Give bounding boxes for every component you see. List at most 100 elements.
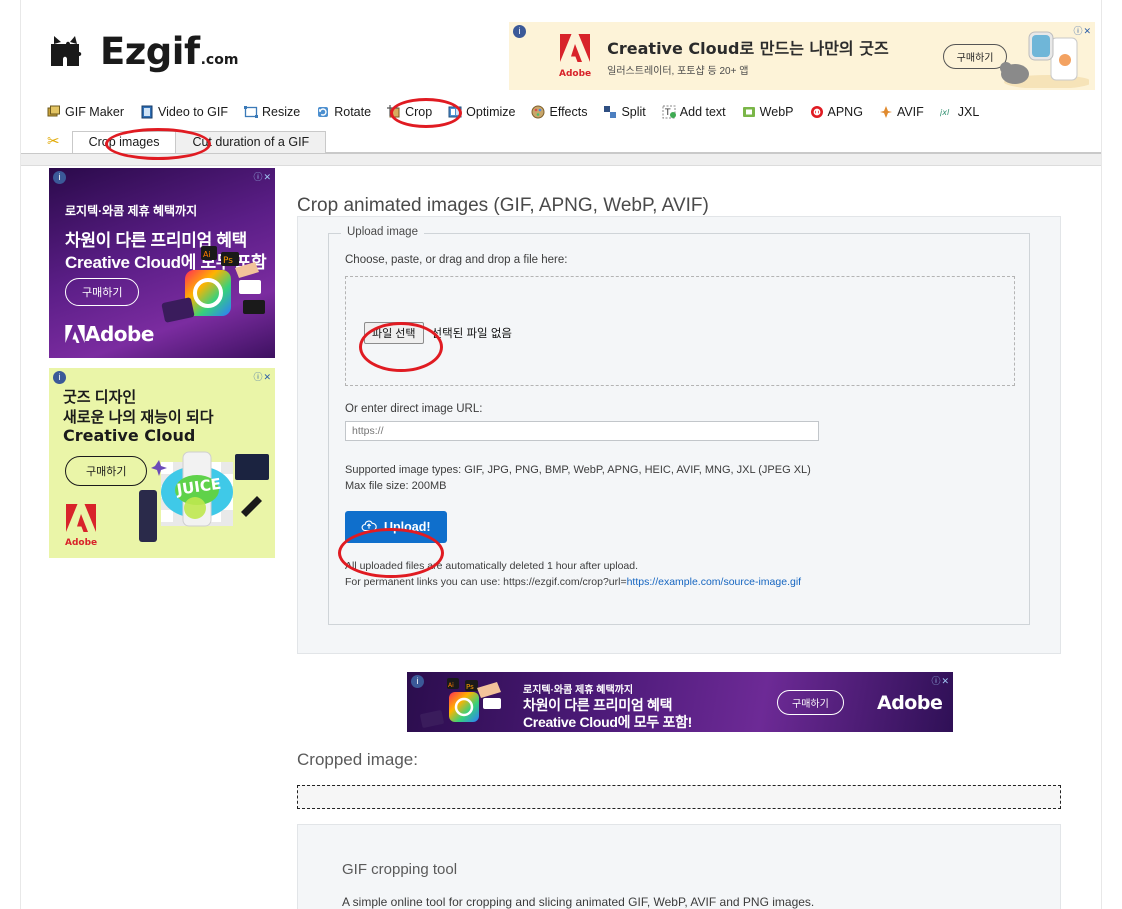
nav-item-apng[interactable]: APNG bbox=[810, 105, 863, 119]
nav-label: APNG bbox=[827, 105, 863, 119]
ad-top-subline: 일러스트레이터, 포토샵 등 20+ 앱 bbox=[607, 66, 749, 77]
nav-label: Effects bbox=[549, 105, 588, 119]
nav-item-add-text[interactable]: T Add text bbox=[662, 105, 726, 119]
ad-sidebar-top-line1: 로지텍·와콤 제휴 혜택까지 bbox=[65, 204, 198, 218]
nav-item-webp[interactable]: WebP bbox=[742, 105, 794, 119]
image-url-input[interactable] bbox=[345, 421, 819, 441]
ad-info-icon: i bbox=[53, 171, 66, 184]
optimize-icon bbox=[448, 105, 462, 119]
nav-item-optimize[interactable]: Optimize bbox=[448, 105, 515, 119]
upload-panel: Upload image Choose, paste, or drag and … bbox=[297, 216, 1061, 654]
nav-item-effects[interactable]: Effects bbox=[531, 105, 587, 119]
ad-sidebar-bottom-art: JUICE bbox=[139, 451, 269, 542]
tab-crop-images[interactable]: Crop images bbox=[71, 131, 177, 153]
upload-button[interactable]: Upload! bbox=[345, 510, 447, 543]
svg-text:T: T bbox=[664, 108, 671, 118]
ad-top-product-art bbox=[1000, 31, 1089, 88]
nav-label: GIF Maker bbox=[65, 105, 125, 119]
site-logo-suffix: .com bbox=[200, 52, 239, 68]
upload-notes: All uploaded files are automatically del… bbox=[345, 558, 1015, 591]
ad-banner-top-content: Adobe Creative Cloud로 만드는 나만의 굿즈 일러스트레이터… bbox=[559, 32, 1008, 80]
crop-icon bbox=[387, 105, 401, 119]
tab-strip-background bbox=[21, 154, 1101, 166]
adobe-logo: Adobe bbox=[65, 322, 154, 346]
webp-icon bbox=[742, 105, 756, 119]
split-icon bbox=[603, 105, 617, 119]
scissors-icon: ✂ bbox=[47, 133, 60, 150]
nav-label: Video to GIF bbox=[158, 105, 228, 119]
choose-file-button[interactable]: 파일 선택 bbox=[364, 322, 424, 344]
info-panel-heading: GIF cropping tool bbox=[342, 861, 458, 878]
nav-item-jxl[interactable]: jxl JXL bbox=[939, 105, 980, 119]
cropped-image-result-box bbox=[297, 785, 1061, 809]
ad-sidebar-top[interactable]: i ⓘ✕ 로지텍·와콤 제휴 혜택까지 차원이 다른 프리미엄 혜택 Creat… bbox=[49, 168, 275, 358]
adobe-logo: Adobe bbox=[65, 504, 97, 548]
nav-item-resize[interactable]: Resize bbox=[244, 105, 300, 119]
adobe-a-icon bbox=[66, 504, 97, 532]
upload-fieldset-legend: Upload image bbox=[341, 226, 424, 238]
nav-item-video-to-gif[interactable]: Video to GIF bbox=[140, 105, 228, 119]
nav-label: Add text bbox=[679, 105, 726, 119]
video-to-gif-icon bbox=[140, 105, 154, 119]
add-text-icon: T bbox=[662, 105, 676, 119]
ad-banner-top[interactable]: i ⓘ✕ Adobe Creative Cloud로 만드는 나만의 굿즈 일러… bbox=[509, 22, 1095, 90]
ad-sidebar-top-cta-button[interactable]: 구매하기 bbox=[65, 278, 140, 306]
note-permalink-link[interactable]: https://example.com/source-image.gif bbox=[627, 576, 802, 588]
note-permalink: For permanent links you can use: https:/… bbox=[345, 574, 1015, 590]
nav-item-avif[interactable]: AVIF bbox=[879, 105, 924, 119]
effects-icon bbox=[531, 105, 545, 119]
choose-file-label: Choose, paste, or drag and drop a file h… bbox=[345, 254, 568, 266]
ad-close-icon[interactable]: ⓘ✕ bbox=[931, 674, 950, 687]
ad-banner-middle-art: Ps Ai bbox=[420, 678, 501, 728]
ad-sidebar-bottom-line2: 새로운 나의 재능이 되다 bbox=[63, 409, 214, 426]
site-logo[interactable]: Ezgif .com bbox=[49, 30, 238, 70]
svg-text:Ai: Ai bbox=[203, 250, 211, 259]
page-title: Crop animated images (GIF, APNG, WebP, A… bbox=[297, 194, 709, 216]
ad-sidebar-bottom[interactable]: i ⓘ✕ 굿즈 디자인 새로운 나의 재능이 되다 Creative Cloud… bbox=[49, 368, 275, 558]
file-selection-status: 선택된 파일 없음 bbox=[431, 328, 512, 340]
tab-cut-duration[interactable]: Cut duration of a GIF bbox=[175, 131, 327, 153]
note-deletion: All uploaded files are automatically del… bbox=[345, 559, 639, 572]
note-permalink-prefix: For permanent links you can use: https:/… bbox=[345, 576, 627, 589]
apng-icon bbox=[810, 105, 824, 119]
nav-label: Crop bbox=[405, 105, 433, 119]
svg-text:Ai: Ai bbox=[448, 682, 454, 689]
ad-close-icon[interactable]: ⓘ✕ bbox=[253, 370, 272, 383]
ezgif-puzzle-logo-icon bbox=[49, 34, 91, 68]
ad-sidebar-bottom-line1: 굿즈 디자인 bbox=[63, 389, 137, 406]
nav-label: AVIF bbox=[896, 105, 924, 119]
nav-label: Rotate bbox=[334, 105, 372, 119]
supported-types-info: Supported image types: GIF, JPG, PNG, BM… bbox=[345, 463, 1015, 495]
adobe-wordmark: Adobe bbox=[877, 692, 943, 714]
main-navigation: GIF Maker Video to GIF Resize Rotate Cro bbox=[21, 98, 1101, 126]
info-panel-paragraph: A simple online tool for cropping and sl… bbox=[342, 895, 815, 909]
nav-label: Split bbox=[621, 105, 646, 119]
tab-bar-filler bbox=[325, 152, 1101, 153]
jxl-icon: jxl bbox=[939, 105, 954, 119]
adobe-wordmark: Adobe bbox=[65, 538, 98, 548]
info-panel: GIF cropping tool A simple online tool f… bbox=[297, 824, 1061, 909]
max-file-size-line: Max file size: 200MB bbox=[345, 479, 447, 492]
site-logo-text: Ezgif bbox=[100, 30, 200, 73]
nav-item-split[interactable]: Split bbox=[603, 105, 646, 119]
svg-text:jxl: jxl bbox=[940, 108, 950, 117]
ad-close-icon[interactable]: ⓘ✕ bbox=[253, 170, 272, 183]
nav-item-crop[interactable]: Crop bbox=[387, 105, 432, 119]
adobe-wordmark: Adobe bbox=[559, 69, 592, 79]
avif-icon bbox=[879, 105, 893, 119]
ad-info-icon: i bbox=[53, 371, 66, 384]
nav-item-gif-maker[interactable]: GIF Maker bbox=[47, 105, 124, 119]
ad-banner-middle[interactable]: i ⓘ✕ Ps Ai 로지텍·와콤 제휴 혜택까지 차원이 다른 프리미엄 혜택… bbox=[407, 672, 953, 732]
site-header: Ezgif .com i ⓘ✕ Adobe Creative Cloud로 만드… bbox=[21, 0, 1101, 95]
ad-sidebar-top-art: Ps Ai bbox=[161, 246, 265, 323]
svg-text:Ps: Ps bbox=[223, 256, 233, 266]
nav-label: WebP bbox=[759, 105, 794, 119]
image-url-label: Or enter direct image URL: bbox=[345, 403, 483, 415]
adobe-a-icon bbox=[65, 325, 85, 343]
ad-info-icon: i bbox=[513, 25, 526, 38]
ad-banner-middle-cta-button[interactable]: 구매하기 bbox=[777, 690, 844, 715]
adobe-logo: Adobe bbox=[559, 33, 591, 79]
nav-item-rotate[interactable]: Rotate bbox=[316, 105, 371, 119]
file-dropzone[interactable]: 파일 선택 선택된 파일 없음 bbox=[345, 276, 1015, 386]
page-container: Ezgif .com i ⓘ✕ Adobe Creative Cloud로 만드… bbox=[20, 0, 1102, 909]
